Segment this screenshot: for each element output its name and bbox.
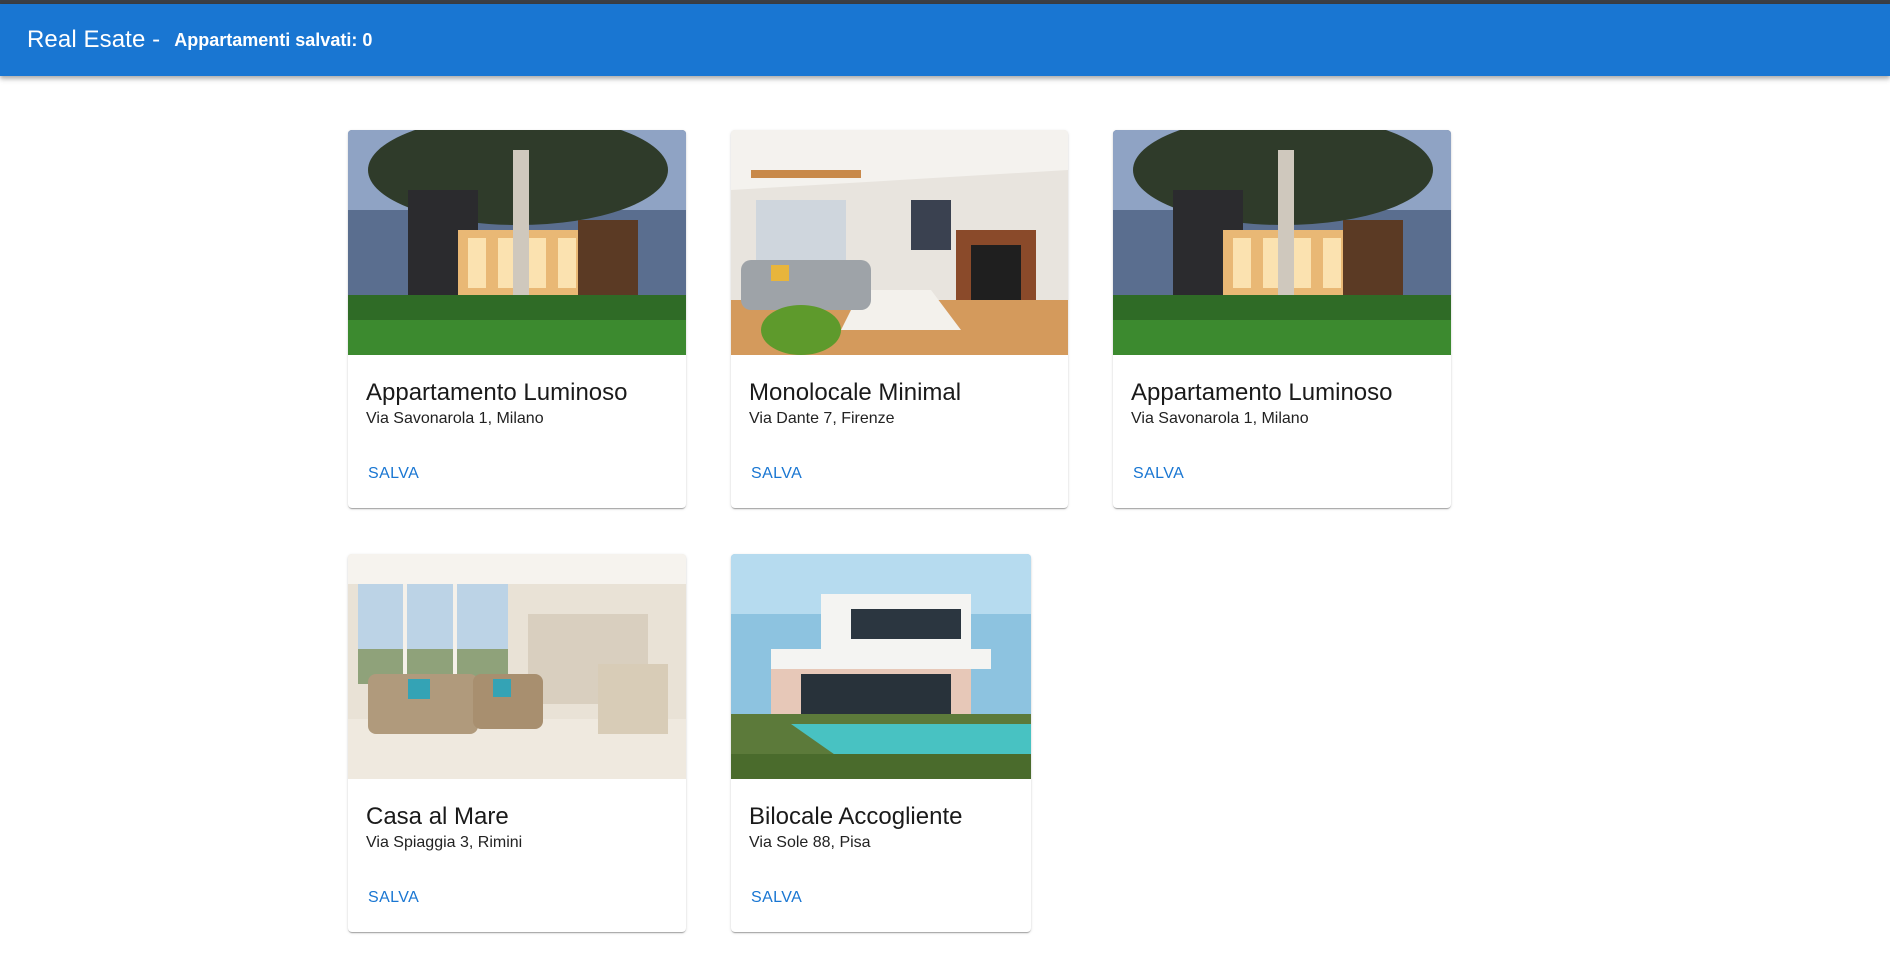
listing-card: Bilocale Accogliente Via Sole 88, Pisa S…	[731, 554, 1031, 932]
app-bar: Real Esate - Appartamenti salvati: 0	[0, 4, 1890, 76]
listing-address: Via Dante 7, Firenze	[749, 410, 895, 427]
save-button[interactable]: SALVA	[358, 459, 429, 489]
listing-title: Appartamento Luminoso	[366, 379, 628, 406]
listing-card: Appartamento Luminoso Via Savonarola 1, …	[348, 130, 686, 508]
save-button[interactable]: SALVA	[741, 883, 812, 913]
listing-image	[1113, 130, 1451, 355]
listing-card: Casa al Mare Via Spiaggia 3, Rimini SALV…	[348, 554, 686, 932]
listing-image	[348, 130, 686, 355]
listing-address: Via Sole 88, Pisa	[749, 834, 871, 851]
listing-image	[348, 554, 686, 779]
listing-address: Via Savonarola 1, Milano	[366, 410, 544, 427]
listing-title: Casa al Mare	[366, 803, 509, 830]
listing-card: Monolocale Minimal Via Dante 7, Firenze …	[731, 130, 1068, 508]
listing-title: Bilocale Accogliente	[749, 803, 963, 830]
listing-address: Via Savonarola 1, Milano	[1131, 410, 1309, 427]
listing-image	[731, 554, 1031, 779]
save-button[interactable]: SALVA	[358, 883, 429, 913]
saved-count: Appartamenti salvati: 0	[174, 29, 373, 50]
app-title: Real Esate -	[27, 26, 161, 53]
save-button[interactable]: SALVA	[1123, 459, 1194, 489]
save-button[interactable]: SALVA	[741, 459, 812, 489]
listing-address: Via Spiaggia 3, Rimini	[366, 834, 523, 851]
listing-title: Monolocale Minimal	[749, 379, 962, 406]
listing-card: Appartamento Luminoso Via Savonarola 1, …	[1113, 130, 1451, 508]
listing-title: Appartamento Luminoso	[1131, 379, 1393, 406]
listing-image	[731, 130, 1068, 355]
